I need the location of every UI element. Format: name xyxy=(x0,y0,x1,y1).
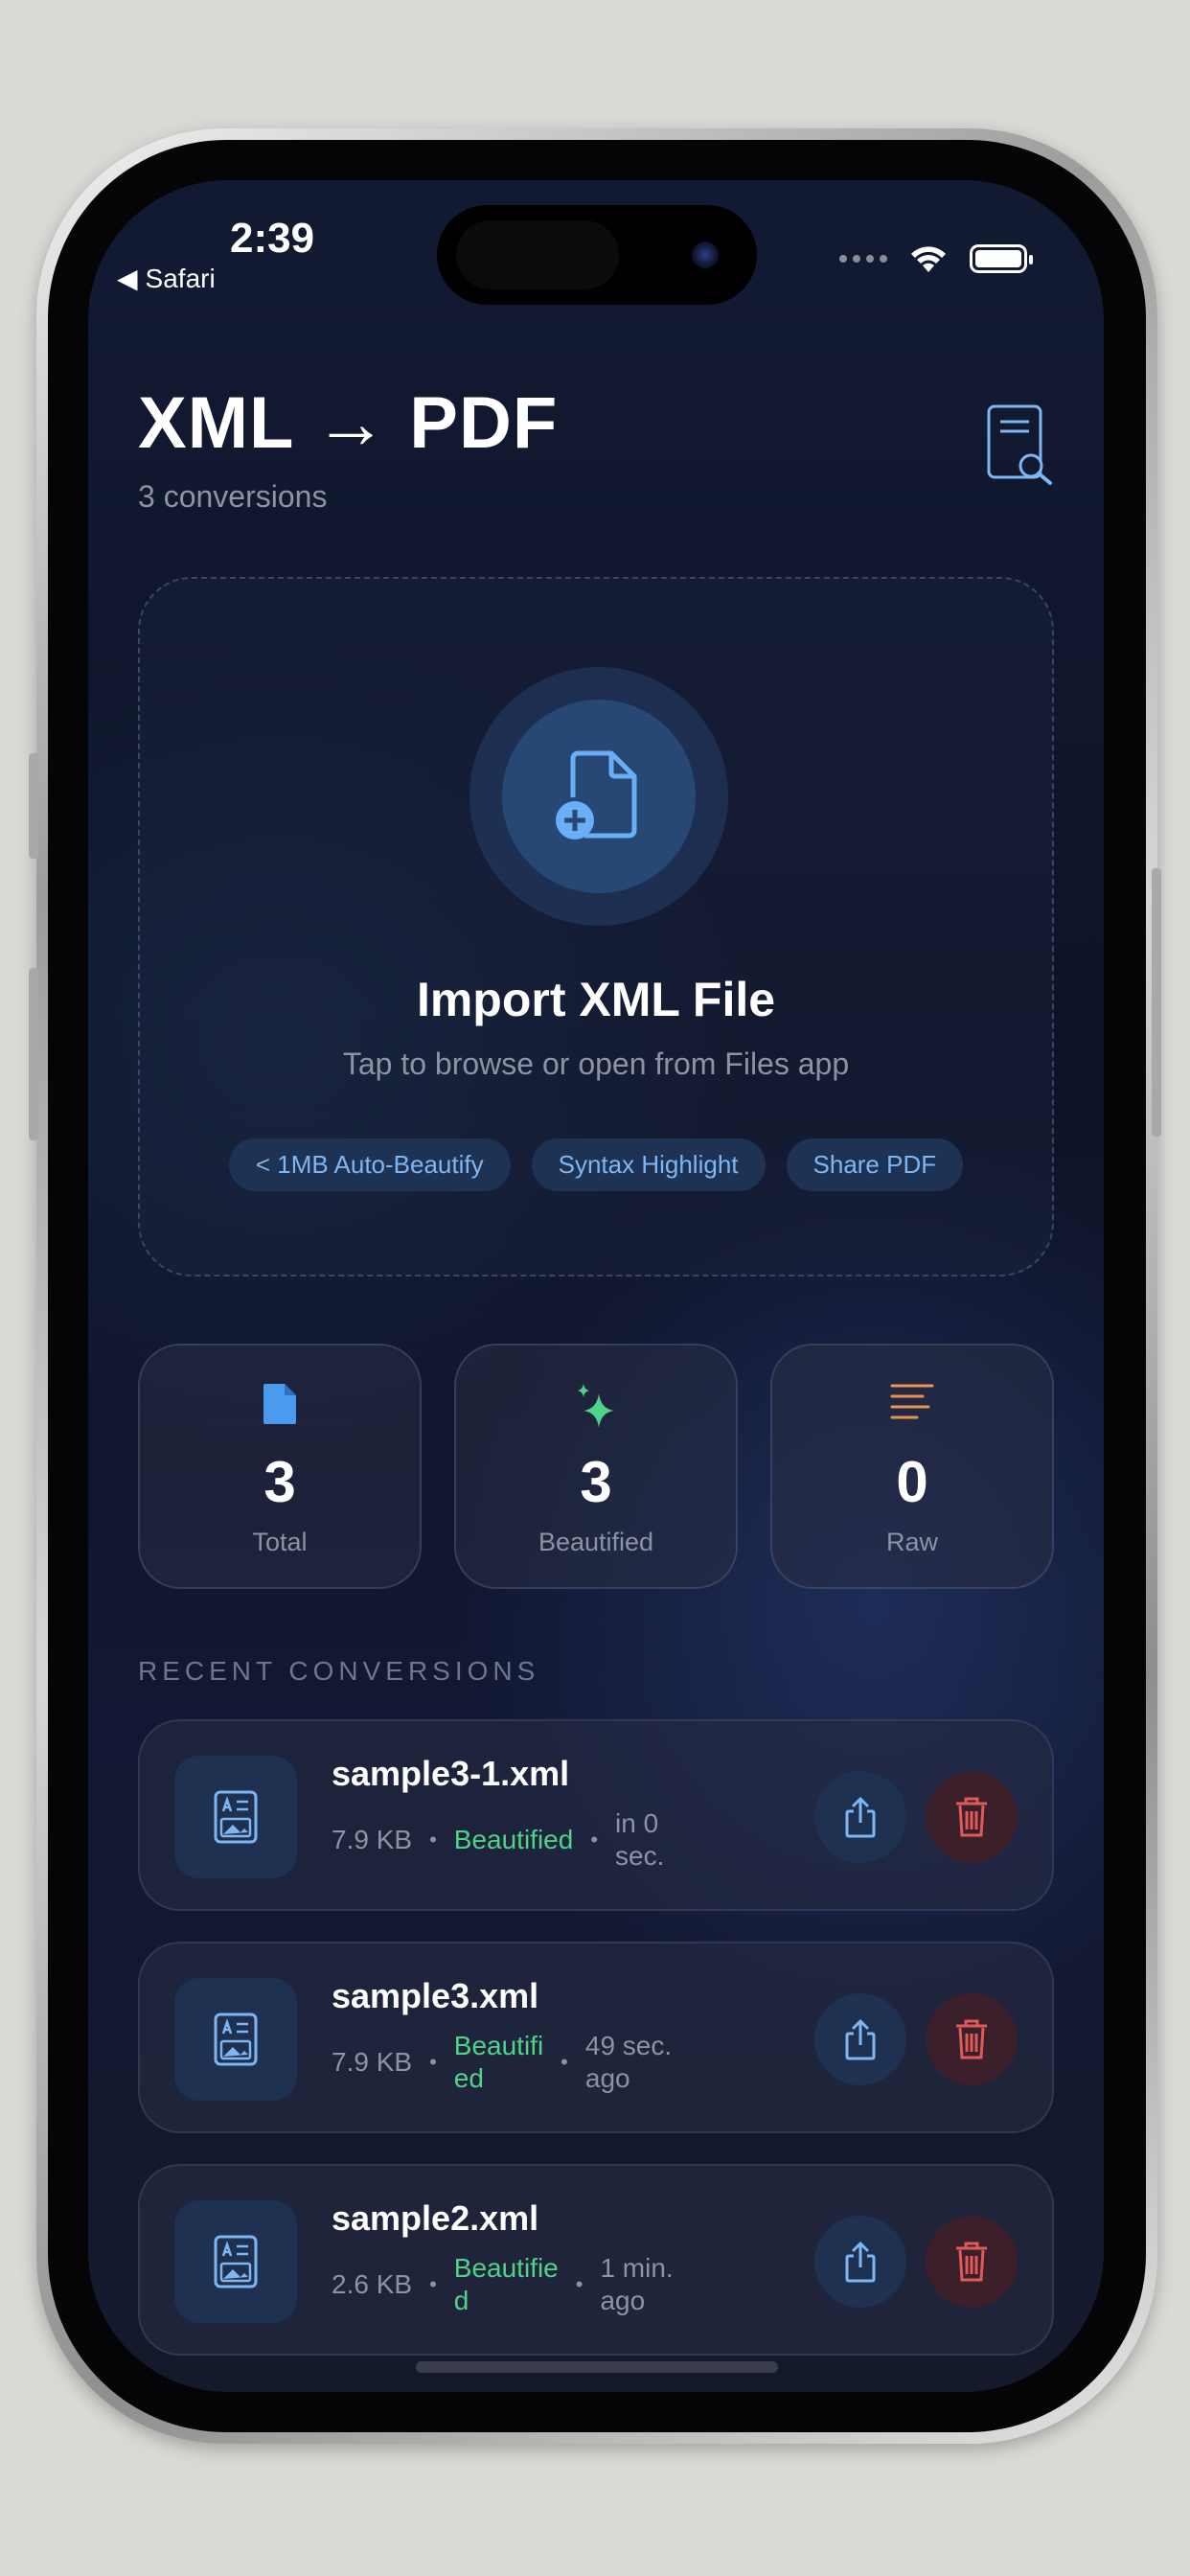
meta-separator: • xyxy=(575,2272,584,2296)
battery-icon xyxy=(970,244,1033,273)
wifi-icon xyxy=(911,246,946,272)
file-name: sample3-1.xml xyxy=(332,1754,570,1793)
stat-total: 3 Total xyxy=(138,1344,422,1589)
delete-button[interactable] xyxy=(926,1771,1018,1863)
chip-share-pdf: Share PDF xyxy=(786,1138,964,1191)
conversion-row[interactable]: sample3-1.xml 7.9 KB • Beautified • in 0… xyxy=(138,1719,1054,1911)
file-name: sample2.xml xyxy=(332,2198,539,2238)
delete-button[interactable] xyxy=(926,2216,1018,2308)
import-icon-circle xyxy=(502,700,696,893)
share-button[interactable] xyxy=(814,1993,906,2085)
text-lines-icon xyxy=(772,1382,1052,1420)
stat-beautified-label: Beautified xyxy=(538,1528,654,1556)
trash-icon xyxy=(956,2019,987,2059)
home-indicator[interactable] xyxy=(416,2361,778,2373)
conversion-row[interactable]: sample3.xml 7.9 KB • Beautifi ed • 49 se… xyxy=(138,1942,1054,2133)
file-time: 49 sec. ago xyxy=(584,2031,673,2093)
conversion-count: 3 conversions xyxy=(138,479,328,514)
share-icon xyxy=(845,2242,876,2283)
stat-raw: 0 Raw xyxy=(770,1344,1054,1589)
dynamic-island xyxy=(437,205,757,305)
file-time: in 0 sec. xyxy=(615,1808,665,1871)
file-meta: 2.6 KB • Beautifie d • 1 min. ago xyxy=(332,2252,674,2317)
status-time: 2:39 xyxy=(230,215,315,262)
xml-document-icon xyxy=(174,1978,297,2101)
cellular-dots-icon xyxy=(839,255,887,263)
import-title: Import XML File xyxy=(416,973,776,1026)
stat-beautified: 3 Beautified xyxy=(454,1344,738,1589)
import-subtitle: Tap to browse or open from Files app xyxy=(342,1046,850,1081)
mute-button xyxy=(29,753,38,859)
chip-syntax-highlight: Syntax Highlight xyxy=(531,1138,766,1191)
import-icon-ring xyxy=(469,667,728,926)
status-badge: Beautified xyxy=(453,1825,574,1854)
file-time: 1 min. ago xyxy=(600,2253,674,2315)
stat-total-label: Total xyxy=(252,1528,308,1556)
share-icon xyxy=(845,1797,876,1838)
meta-separator: • xyxy=(429,2050,437,2074)
trash-icon xyxy=(956,1797,987,1837)
document-add-icon xyxy=(556,750,637,840)
front-camera xyxy=(692,242,719,268)
meta-separator: • xyxy=(561,2050,568,2074)
conversion-row[interactable]: sample2.xml 2.6 KB • Beautifie d • 1 min… xyxy=(138,2164,1054,2356)
stat-raw-label: Raw xyxy=(885,1528,938,1556)
back-to-safari[interactable]: ◀ Safari xyxy=(117,263,216,294)
file-meta: 7.9 KB • Beautified • in 0 sec. xyxy=(332,1807,664,1873)
stat-raw-value: 0 xyxy=(896,1450,928,1514)
status-icons xyxy=(839,243,1033,274)
file-size: 2.6 KB xyxy=(332,2269,413,2299)
stat-total-value: 3 xyxy=(263,1450,296,1514)
import-xml-card[interactable]: Import XML File Tap to browse or open fr… xyxy=(138,577,1054,1276)
status-badge: Beautifi ed xyxy=(453,2031,544,2093)
back-app-label: Safari xyxy=(145,263,216,293)
chip-auto-beautify: < 1MB Auto-Beautify xyxy=(228,1138,511,1191)
delete-button[interactable] xyxy=(926,1993,1018,2085)
volume-up-button xyxy=(29,968,38,1140)
xml-document-icon xyxy=(174,2200,297,2323)
page-title: XML → PDF xyxy=(138,382,559,464)
share-icon xyxy=(845,2019,876,2060)
status-badge: Beautifie d xyxy=(453,2253,559,2315)
sparkles-icon xyxy=(456,1382,736,1430)
back-triangle-icon: ◀ xyxy=(117,264,138,293)
xml-document-icon xyxy=(174,1756,297,1878)
file-meta: 7.9 KB • Beautifi ed • 49 sec. ago xyxy=(332,2030,672,2095)
file-size: 7.9 KB xyxy=(332,2047,413,2077)
stat-beautified-value: 3 xyxy=(580,1450,612,1514)
document-search-icon[interactable] xyxy=(987,404,1054,485)
app-screen: 2:39 ◀ Safari XML → PDF 3 conversions Im… xyxy=(88,180,1104,2392)
recent-section-label: RECENT CONVERSIONS xyxy=(138,1656,540,1686)
feature-chips: < 1MB Auto-Beautify Syntax Highlight Sha… xyxy=(140,1138,1052,1191)
document-fill-icon xyxy=(140,1382,420,1426)
share-button[interactable] xyxy=(814,2216,906,2308)
island-sensor xyxy=(456,220,619,289)
power-button xyxy=(1152,868,1161,1137)
file-size: 7.9 KB xyxy=(332,1825,413,1854)
meta-separator: • xyxy=(429,1828,437,1852)
meta-separator: • xyxy=(429,2272,437,2296)
meta-separator: • xyxy=(590,1828,599,1852)
share-button[interactable] xyxy=(814,1771,906,1863)
file-name: sample3.xml xyxy=(332,1976,539,2015)
trash-icon xyxy=(956,2242,987,2282)
